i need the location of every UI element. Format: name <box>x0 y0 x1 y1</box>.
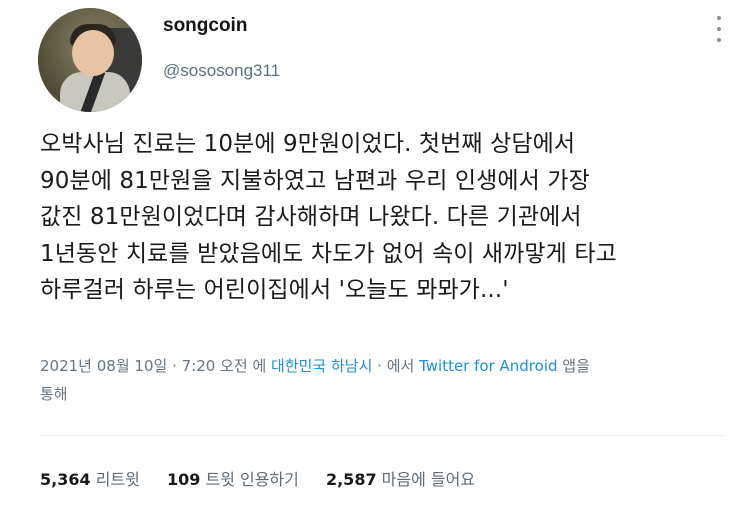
retweets-stat[interactable]: 5,364 리트윗 <box>40 470 145 489</box>
tweet-meta: 2021년 08월 10일 · 7:20 오전 에 대한민국 하남시 · 에서 … <box>40 352 730 408</box>
more-dot <box>717 38 721 42</box>
more-dot <box>717 27 721 31</box>
display-name[interactable]: songcoin <box>163 15 247 37</box>
retweets-label: 리트윗 <box>95 470 140 489</box>
retweets-count: 5,364 <box>40 470 91 489</box>
tweet-text: 오박사님 진료는 10분에 9만원이었다. 첫번째 상담에서 90분에 81만원… <box>40 131 617 303</box>
user-handle[interactable]: @sososong311 <box>163 61 280 81</box>
location-prefix: 에 <box>247 357 272 375</box>
quotes-label: 트윗 인용하기 <box>205 470 299 489</box>
quotes-stat[interactable]: 109 트윗 인용하기 <box>167 470 304 489</box>
via-prefix: · 에서 <box>372 357 420 375</box>
tweet-date[interactable]: 2021년 08월 10일 <box>40 357 167 375</box>
quotes-count: 109 <box>166 470 201 489</box>
likes-label: 마음에 들어요 <box>381 470 476 489</box>
tweet-stats: 5,364 리트윗 109 트윗 인용하기 2,587 마음에 들어요 <box>40 466 497 490</box>
more-options-icon[interactable] <box>713 16 725 42</box>
likes-count: 2,587 <box>325 470 377 489</box>
more-dot <box>717 16 721 20</box>
avatar[interactable] <box>38 8 142 112</box>
tweet-time[interactable]: 7:20 오전 <box>182 357 248 375</box>
meta-separator: · <box>167 357 182 375</box>
likes-stat[interactable]: 2,587 마음에 들어요 <box>326 470 475 489</box>
avatar-face <box>72 30 114 76</box>
divider <box>40 435 726 436</box>
location-link[interactable]: 대한민국 하남시 <box>271 357 372 375</box>
source-link[interactable]: Twitter for Android <box>419 357 557 375</box>
